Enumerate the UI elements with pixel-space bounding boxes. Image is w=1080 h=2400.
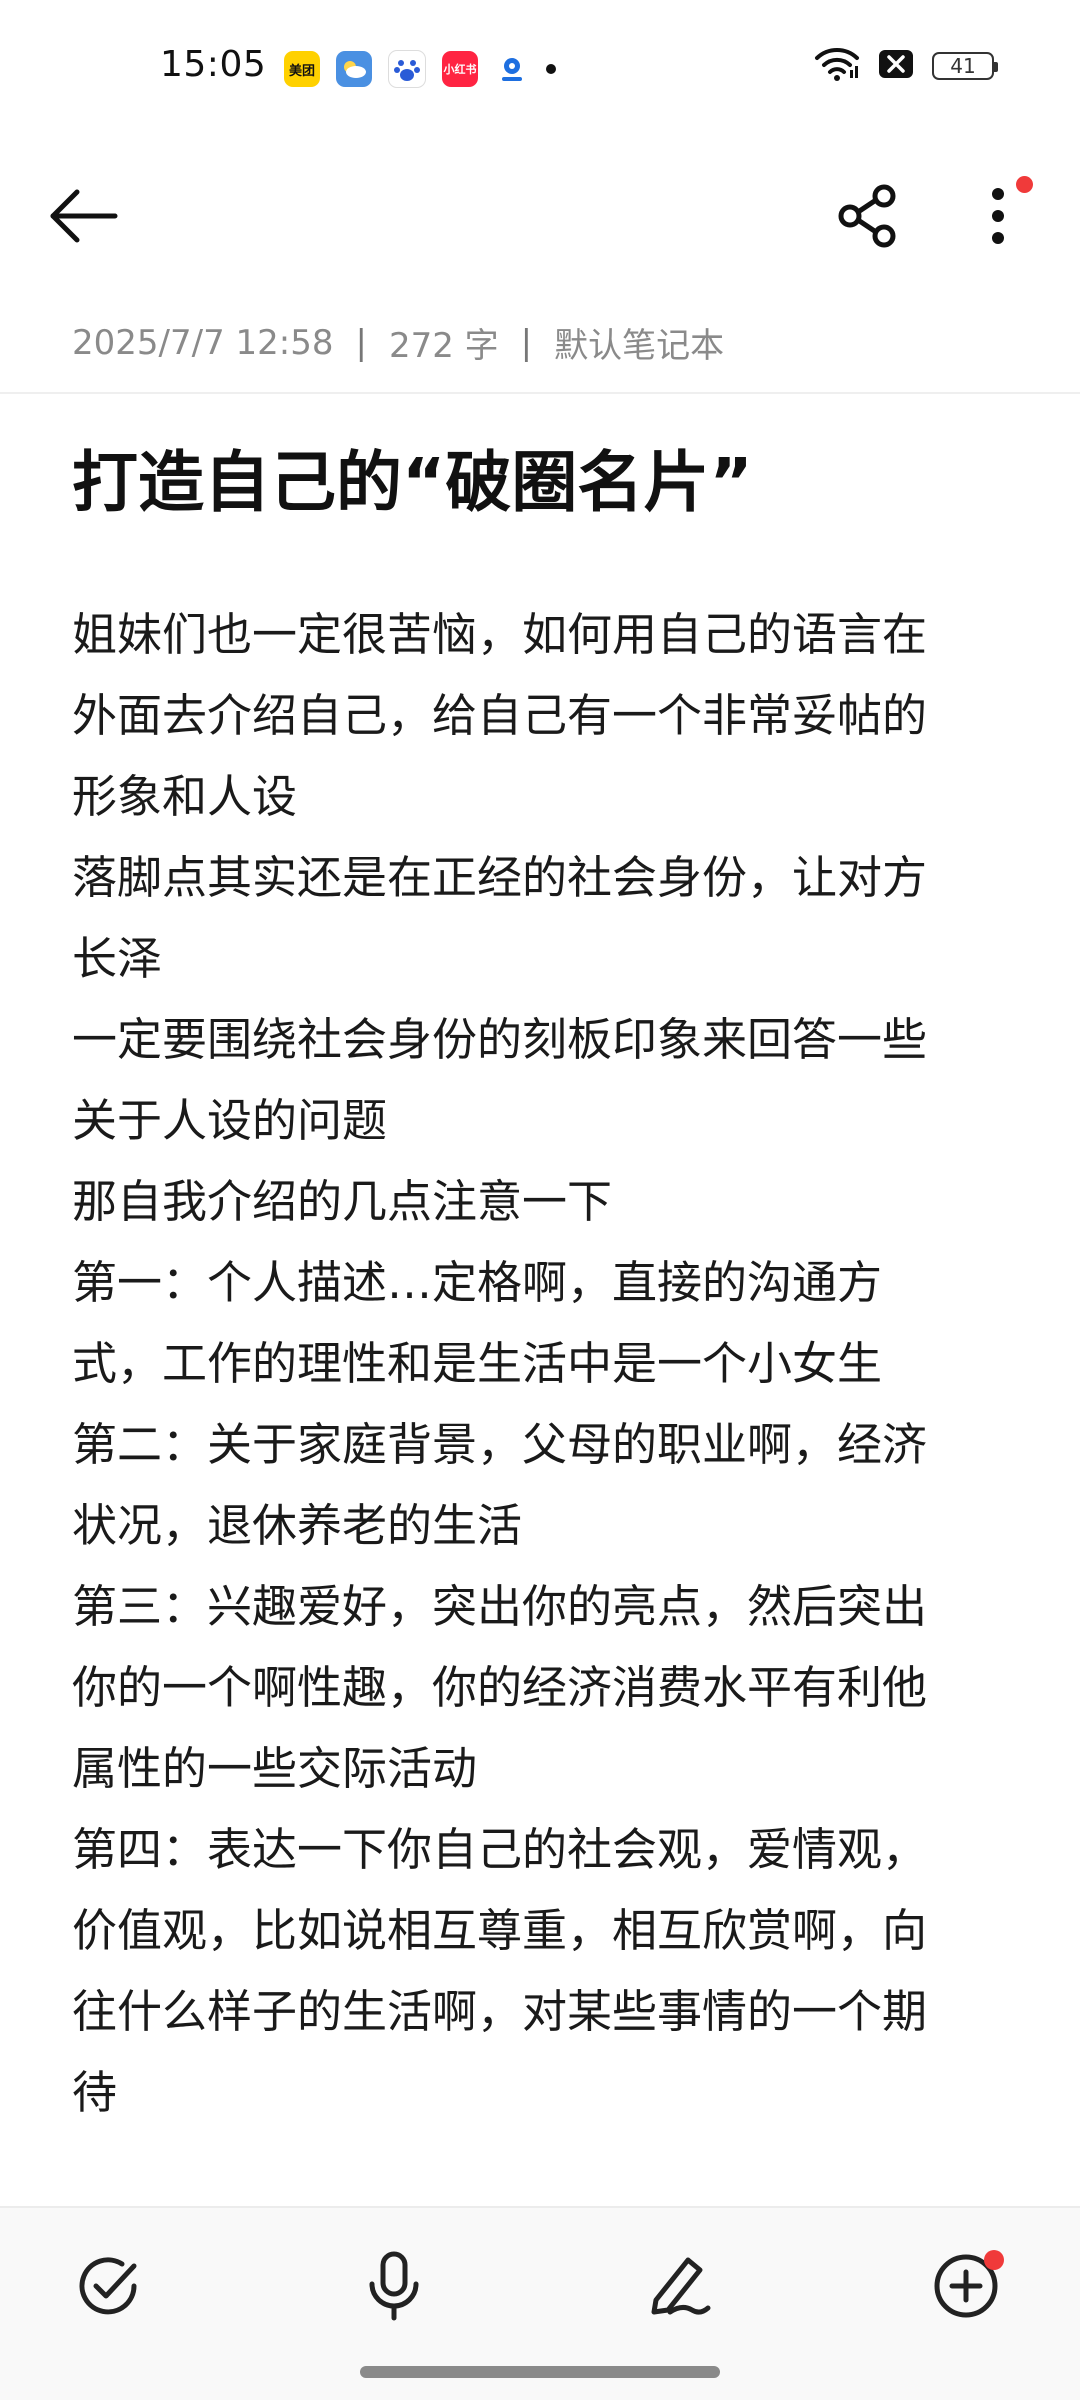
more-notifications-dot <box>546 64 556 74</box>
more-vertical-icon <box>988 186 1008 250</box>
note-line: 关于人设的问题 <box>72 1094 388 1147</box>
wifi-icon <box>814 46 860 86</box>
note-line: 属性的一些交际活动 <box>72 1742 478 1795</box>
note-line: 价值观，比如说相互尊重，相互欣赏啊，向 <box>72 1904 928 1957</box>
weather-icon <box>336 51 372 87</box>
note-date: 2025/7/7 12:58 <box>72 322 334 363</box>
add-badge <box>984 2250 1004 2270</box>
xiaohongshu-icon: 小红书 <box>442 51 478 87</box>
note-line: 姐妹们也一定很苦恼，如何用自己的语言在 <box>72 608 928 661</box>
note-line: 式，工作的理性和是生活中是一个小女生 <box>72 1337 883 1390</box>
meta-separator: | <box>520 322 533 363</box>
home-indicator[interactable] <box>360 2366 720 2378</box>
note-line: 往什么样子的生活啊，对某些事情的一个期 <box>72 1985 928 2038</box>
note-line: 第三：兴趣爱好，突出你的亮点，然后突出 <box>72 1580 928 1633</box>
back-button[interactable] <box>46 180 122 256</box>
notification-icons: 美团 小红书 <box>284 50 556 88</box>
share-button[interactable] <box>830 180 906 256</box>
note-line: 你的一个啊性趣，你的经济消费水平有利他 <box>72 1661 928 1714</box>
note-line: 待 <box>72 2066 118 2119</box>
note-line: 那自我介绍的几点注意一下 <box>72 1175 613 1228</box>
note-body[interactable]: 姐妹们也一定很苦恼，如何用自己的语言在 外面去介绍自己，给自己有一个非常妥帖的 … <box>72 594 1012 2133</box>
note-line: 形象和人设 <box>72 770 298 823</box>
top-toolbar <box>0 160 1080 270</box>
back-arrow-icon <box>49 188 119 248</box>
microphone-icon <box>366 2250 422 2326</box>
add-button[interactable] <box>926 2248 1006 2328</box>
pen-icon <box>646 2252 714 2324</box>
note-title[interactable]: 打造自己的“破圈名片” <box>72 440 1012 526</box>
battery-indicator: 41 <box>932 52 998 80</box>
header-divider <box>0 392 1080 394</box>
location-icon <box>494 51 530 87</box>
note-line: 第二：关于家庭背景，父母的职业啊，经济 <box>72 1418 928 1471</box>
note-line: 落脚点其实还是在正经的社会身份，让对方 <box>72 851 928 904</box>
status-bar: 15:05 美团 小红书 41 <box>0 0 1080 136</box>
handwriting-button[interactable] <box>640 2248 720 2328</box>
note-line: 第四：表达一下你自己的社会观，爱情观， <box>72 1823 928 1876</box>
meituan-icon: 美团 <box>284 51 320 87</box>
note-word-count: 272 字 <box>388 326 499 366</box>
note-line: 一定要围绕社会身份的刻板印象来回答一些 <box>72 1013 928 1066</box>
checklist-button[interactable] <box>68 2248 148 2328</box>
note-line: 状况，退休养老的生活 <box>72 1499 523 1552</box>
note-line: 外面去介绍自己，给自己有一个非常妥帖的 <box>72 689 928 742</box>
meta-separator: | <box>355 322 367 363</box>
notification-badge <box>1016 176 1033 193</box>
note-line: 长泽 <box>72 932 163 985</box>
note-line: 第一：个人描述…定格啊，直接的沟通方 <box>72 1256 883 1309</box>
status-right: 41 <box>814 46 998 86</box>
baidu-icon <box>388 50 426 88</box>
voice-input-button[interactable] <box>354 2248 434 2328</box>
share-icon <box>836 184 900 252</box>
note-meta: 2025/7/7 12:58 | 272 字 | 默认笔记本 <box>72 318 724 367</box>
sim-off-icon <box>878 49 914 83</box>
notebook-link[interactable]: 默认笔记本 <box>554 318 724 367</box>
more-options-button[interactable] <box>960 176 1036 256</box>
checklist-icon <box>76 2254 140 2322</box>
status-time: 15:05 <box>160 44 267 85</box>
